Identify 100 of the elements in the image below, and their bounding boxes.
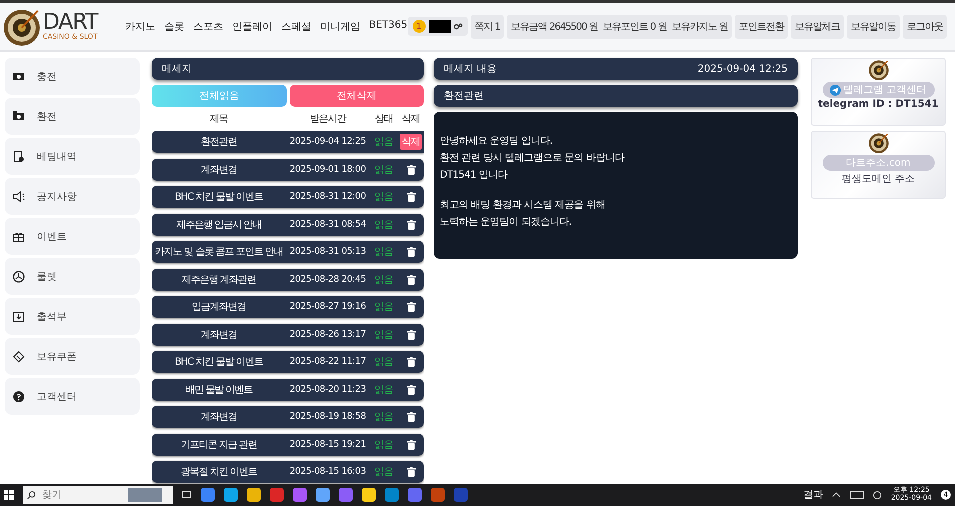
message-time: 2025-08-31 12:00 (288, 192, 368, 202)
column-header: 받은시간 (309, 113, 348, 126)
message-time: 2025-09-04 12:25 (288, 137, 368, 147)
message-row[interactable]: 계좌변경 2025-09-01 18:00 읽음 (152, 158, 424, 180)
message-title: 카지노 및 슬롯 콤프 포인트 안내 (154, 246, 284, 259)
nav-link[interactable]: 스포츠 (193, 20, 224, 34)
message-title: 배민 물발 이벤트 (184, 384, 254, 396)
nav-link[interactable]: 슬롯 (164, 20, 184, 34)
nav-link[interactable]: BET365 (369, 20, 408, 34)
read-status: 읽음 (373, 218, 395, 232)
balance-text: 보유카지노 원 (672, 20, 728, 34)
header-button[interactable]: 로그아웃 (903, 14, 947, 38)
app-icon[interactable] (224, 488, 238, 502)
message-time: 2025-08-27 19:16 (288, 302, 368, 312)
app-icon[interactable] (247, 488, 261, 502)
nav-link[interactable]: 인플레이 (232, 20, 272, 34)
message-time: 2025-08-31 05:13 (288, 247, 368, 257)
dartboard-icon (868, 132, 890, 154)
trash-icon[interactable] (406, 330, 416, 340)
message-row[interactable]: 제주은행 계좌관련 2025-08-28 20:45 읽음 (152, 268, 424, 290)
search-icon (27, 490, 36, 500)
sidebar-item[interactable]: 공지사항 (5, 178, 140, 215)
sidebar-item[interactable]: 보유쿠폰 (5, 338, 140, 375)
read-status: 읽음 (373, 164, 395, 176)
message-row[interactable]: 카지노 및 슬롯 콤프 포인트 안내 2025-08-31 05:13 읽음 (152, 241, 424, 263)
message-title: 계좌변경 (200, 164, 238, 176)
sidebar-item[interactable]: 충전 (5, 58, 140, 95)
message-row[interactable]: 계좌변경 2025-08-26 13:17 읽음 (152, 324, 424, 346)
message-time: 2025-08-26 13:17 (288, 330, 368, 340)
sidebar-item[interactable]: 이벤트 (5, 218, 140, 255)
roulette-icon (13, 270, 25, 282)
message-title: 환전관련 (200, 136, 238, 149)
nav-link[interactable]: 미니게임 (320, 20, 360, 34)
receipt-icon (13, 150, 25, 162)
trash-icon[interactable] (406, 384, 416, 394)
help-icon (13, 390, 25, 402)
task-view-icon[interactable] (182, 490, 192, 500)
sidebar-item[interactable]: 고객센터 (5, 378, 140, 415)
balance-text: 보유포인트 0 원 (603, 20, 667, 34)
messages-button[interactable]: 쪽지 1 (470, 14, 504, 38)
nav-link[interactable]: 카지노 (125, 20, 156, 34)
app-icon[interactable] (316, 488, 330, 502)
trash-icon[interactable] (406, 274, 416, 284)
header-button[interactable]: 보유알이동 (847, 14, 900, 38)
trash-icon[interactable] (406, 412, 416, 422)
message-row[interactable]: 배민 물발 이벤트 2025-08-20 11:23 읽음 (152, 378, 424, 400)
message-time: 2025-09-01 18:00 (288, 164, 368, 174)
message-title: BHC 치킨 물발 이벤트 (174, 191, 264, 204)
message-row[interactable]: 환전관련 2025-09-04 12:25 읽음 삭제 (152, 131, 424, 153)
message-row[interactable]: 광복절 치킨 이벤트 2025-08-15 16:03 읽음 (152, 461, 424, 483)
taskbar-search-box[interactable]: 찾기 (23, 486, 173, 504)
message-row[interactable]: 입금계좌변경 2025-08-27 19:16 읽음 (152, 296, 424, 318)
message-title: 제주은행 입금시 안내 (175, 218, 263, 232)
message-row[interactable]: 기프티콘 지급 관련 2025-08-15 19:21 읽음 (152, 434, 424, 456)
gift-icon (13, 230, 25, 242)
message-row[interactable]: 계좌변경 2025-08-19 18:58 읽음 (152, 406, 424, 428)
sidebar-item[interactable]: 베팅내역 (5, 138, 140, 175)
banner-caption: 평생도메인 주소 (842, 173, 916, 186)
sidebar-item[interactable]: 룰렛 (5, 258, 140, 295)
trash-icon[interactable] (406, 440, 416, 450)
message-row[interactable]: BHC 치킨 물발 이벤트 2025-08-31 12:00 읽음 (152, 186, 424, 208)
sidebar-item[interactable]: 출석부 (5, 298, 140, 335)
trash-icon[interactable] (406, 467, 416, 477)
read-status: 읽음 (373, 136, 395, 149)
message-title: 계좌변경 (200, 328, 238, 342)
app-icon[interactable] (362, 488, 376, 502)
app-icon[interactable] (201, 488, 215, 502)
banner-caption: telegram ID : DT1541 (818, 99, 939, 110)
search-field[interactable]: 찾기 (40, 488, 124, 502)
trash-icon[interactable] (406, 220, 416, 230)
panel-title: 메세지 (162, 63, 192, 76)
message-title: 입금계좌변경 (191, 301, 247, 314)
dartboard-icon (868, 59, 890, 81)
message-time: 2025-08-15 19:21 (288, 440, 368, 450)
message-time: 2025-08-15 16:03 (288, 467, 368, 477)
header-button[interactable]: 포인트전환 (735, 14, 788, 38)
read-status: 읽음 (373, 274, 395, 286)
message-row[interactable]: 제주은행 입금시 안내 2025-08-31 08:54 읽음 (152, 214, 424, 236)
column-header: 삭제 (401, 113, 421, 126)
read-status: 읽음 (373, 246, 395, 259)
read-status: 읽음 (373, 356, 395, 369)
message-line: 안녕하세요 운영팀 입니다. (440, 135, 554, 148)
redaction-block (428, 20, 451, 33)
windows-logo-icon[interactable] (4, 490, 14, 500)
header-button[interactable]: 보유알체크 (791, 14, 844, 38)
trash-icon[interactable] (406, 247, 416, 257)
read-status: 읽음 (373, 191, 395, 204)
trash-icon[interactable] (406, 164, 416, 174)
trash-icon[interactable] (406, 357, 416, 367)
message-row[interactable]: BHC 치킨 물발 이벤트 2025-08-22 11:17 읽음 (152, 351, 424, 373)
level-badge: 1 (412, 20, 426, 33)
sidebar-item[interactable]: 환전 (5, 98, 140, 135)
message-title: 기프티콘 지급 관련 (180, 438, 258, 452)
chevron-up-icon[interactable] (832, 492, 842, 498)
keyboard-icon[interactable] (850, 491, 864, 499)
trash-icon[interactable] (406, 302, 416, 312)
balance-text: 보유금액 2645500 원 (511, 20, 598, 34)
trash-icon[interactable] (406, 192, 416, 202)
widget-text[interactable]: 결과 (803, 488, 824, 502)
nav-link[interactable]: 스페셜 (281, 20, 312, 34)
